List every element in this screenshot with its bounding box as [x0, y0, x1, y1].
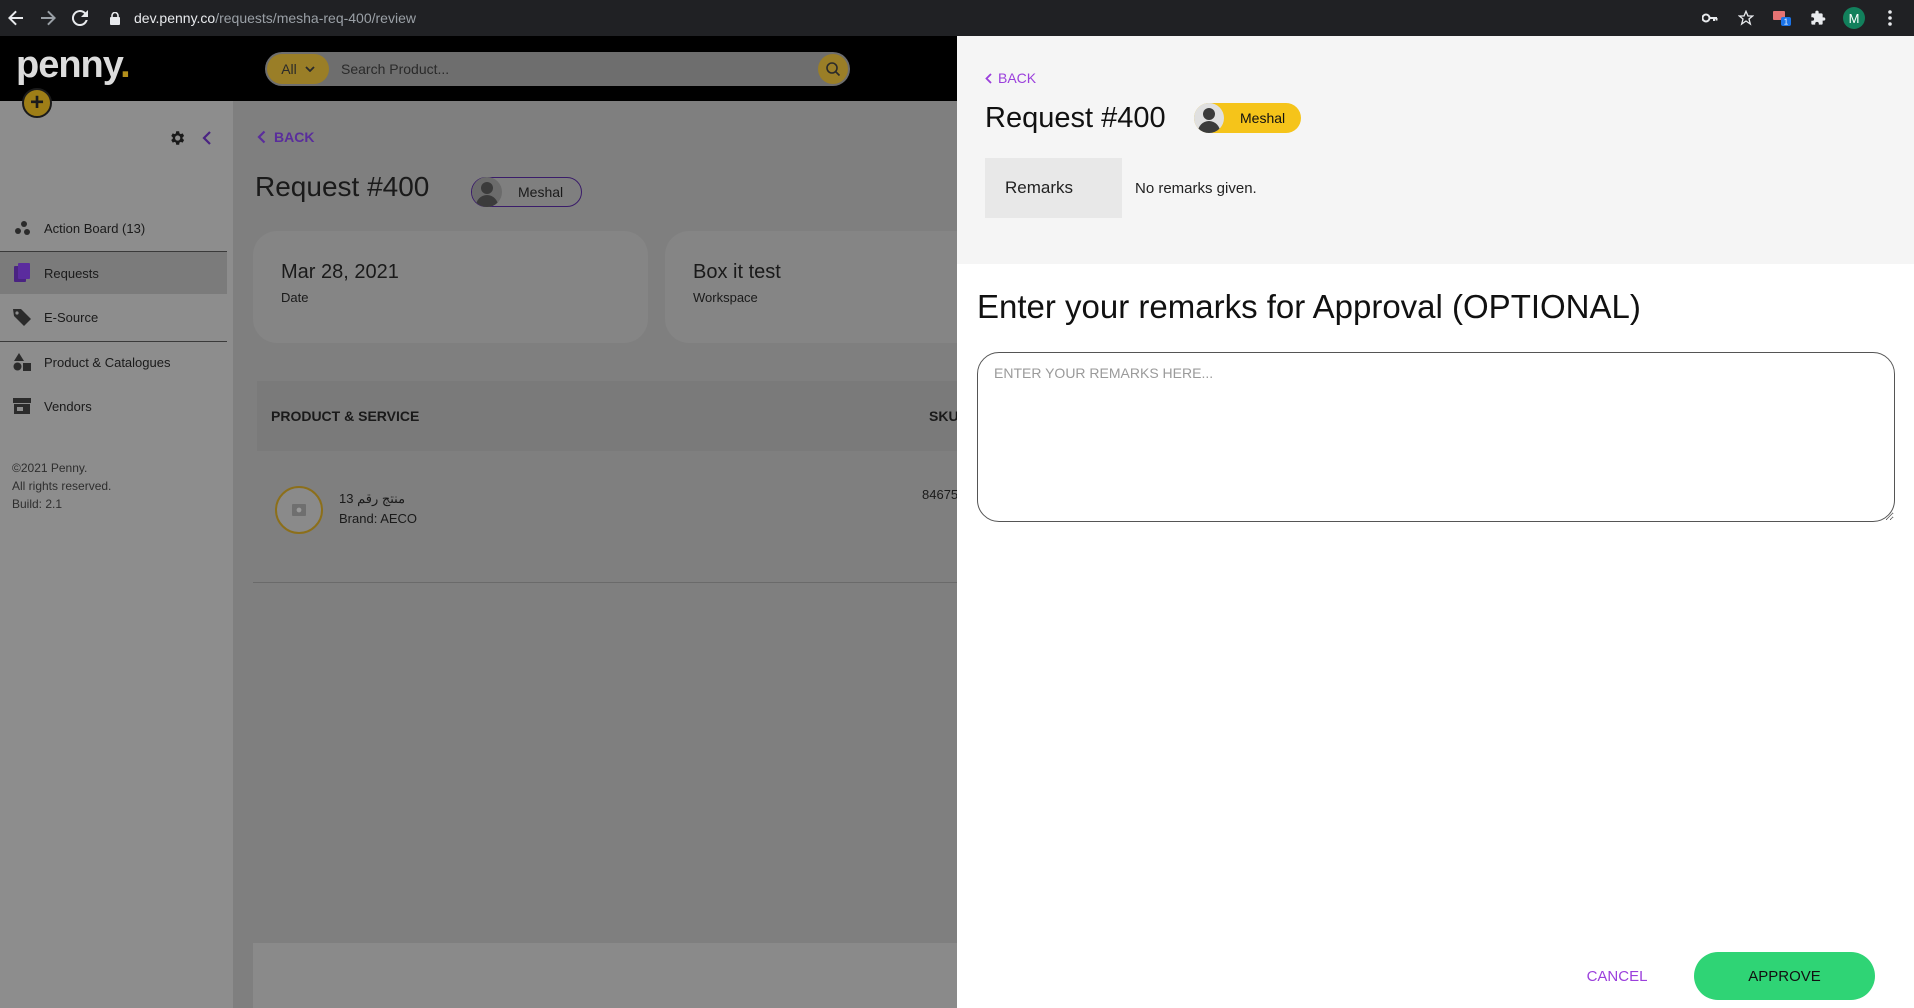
add-button[interactable]: + [22, 88, 52, 118]
profile-avatar[interactable]: M [1838, 2, 1870, 34]
product-name: منتج رقم 13 [339, 491, 406, 506]
app-background: penny. All Search Product... + Action Bo… [0, 36, 995, 1008]
remarks-prompt-heading: Enter your remarks for Approval (OPTIONA… [977, 288, 1641, 325]
back-link[interactable]: BACK [257, 129, 314, 145]
browser-back-icon[interactable] [0, 0, 32, 36]
search-category-select[interactable]: All [267, 54, 329, 84]
product-thumbnail [275, 486, 323, 534]
svg-text:1: 1 [1784, 18, 1789, 27]
browser-reload-icon[interactable] [64, 0, 96, 36]
sidebar-footer: ©2021 Penny. All rights reserved. Build:… [12, 461, 112, 511]
remarks-value: No remarks given. [1135, 179, 1257, 197]
workspace-card: Box it test Workspace [665, 231, 995, 343]
search-input[interactable]: Search Product... [341, 61, 818, 77]
footer-bar [253, 943, 957, 1008]
remarks-summary: Remarks No remarks given. [985, 158, 1257, 218]
user-chip: Meshal [1194, 103, 1301, 133]
user-chip: Meshal [471, 177, 582, 207]
request-detail: BACK Request #400 Meshal Mar 28, 2021 Da… [233, 101, 995, 1008]
shapes-icon [12, 352, 32, 372]
chevron-down-icon [305, 66, 315, 72]
approval-drawer: BACK Request #400 Meshal Remarks No rema… [957, 36, 1914, 1008]
action-board-icon [12, 218, 32, 238]
sidebar-item-e-source[interactable]: E-Source [0, 296, 227, 338]
requests-icon [12, 263, 32, 283]
drawer-header: BACK Request #400 Meshal Remarks No rema… [957, 36, 1914, 264]
avatar [472, 177, 502, 207]
address-bar[interactable]: dev.penny.co/requests/mesha-req-400/revi… [106, 4, 1786, 32]
sidebar-item-action-board[interactable]: Action Board (13) [0, 207, 227, 249]
chevron-left-icon [257, 130, 266, 144]
date-card: Mar 28, 2021 Date [253, 231, 648, 343]
chevron-left-icon [985, 72, 992, 84]
key-icon[interactable] [1694, 2, 1726, 34]
kebab-menu-icon[interactable] [1874, 2, 1906, 34]
star-icon[interactable] [1730, 2, 1762, 34]
sidebar-item-requests[interactable]: Requests [0, 252, 227, 294]
penny-logo[interactable]: penny. [16, 44, 131, 87]
cancel-button[interactable]: CANCEL [1557, 952, 1677, 1000]
table-header: PRODUCT & SERVICE SKU [257, 381, 959, 451]
extension-badge-icon[interactable]: 1 [1766, 2, 1798, 34]
table-row[interactable]: منتج رقم 13 Brand: AECO 846754 [257, 471, 965, 551]
app-header: penny. All Search Product... [0, 36, 957, 101]
extensions-puzzle-icon[interactable] [1802, 2, 1834, 34]
avatar [1194, 103, 1224, 133]
browser-forward-icon[interactable] [32, 0, 64, 36]
drawer-title: Request #400 [985, 102, 1166, 134]
sidebar-item-product-catalogues[interactable]: Product & Catalogues [0, 341, 227, 383]
gear-icon[interactable] [168, 129, 186, 152]
collapse-sidebar-icon[interactable] [202, 131, 212, 150]
drawer-back-link[interactable]: BACK [985, 70, 1036, 86]
page-title: Request #400 [255, 171, 430, 202]
lock-icon [106, 9, 124, 27]
search-icon[interactable] [818, 54, 848, 84]
remarks-textarea[interactable] [977, 352, 1895, 522]
tag-icon [12, 307, 32, 327]
remarks-label: Remarks [985, 158, 1122, 218]
approve-button[interactable]: APPROVE [1694, 952, 1875, 1000]
product-search: All Search Product... [265, 52, 850, 86]
sidebar: Action Board (13) Requests E-Source Prod… [0, 101, 233, 1008]
browser-toolbar: dev.penny.co/requests/mesha-req-400/revi… [0, 0, 1914, 36]
sidebar-item-vendors[interactable]: Vendors [0, 385, 227, 427]
url-path: /requests/mesha-req-400/review [215, 10, 416, 26]
product-brand: Brand: AECO [339, 511, 418, 526]
url-host: dev.penny.co [134, 10, 216, 26]
store-icon [12, 396, 32, 416]
